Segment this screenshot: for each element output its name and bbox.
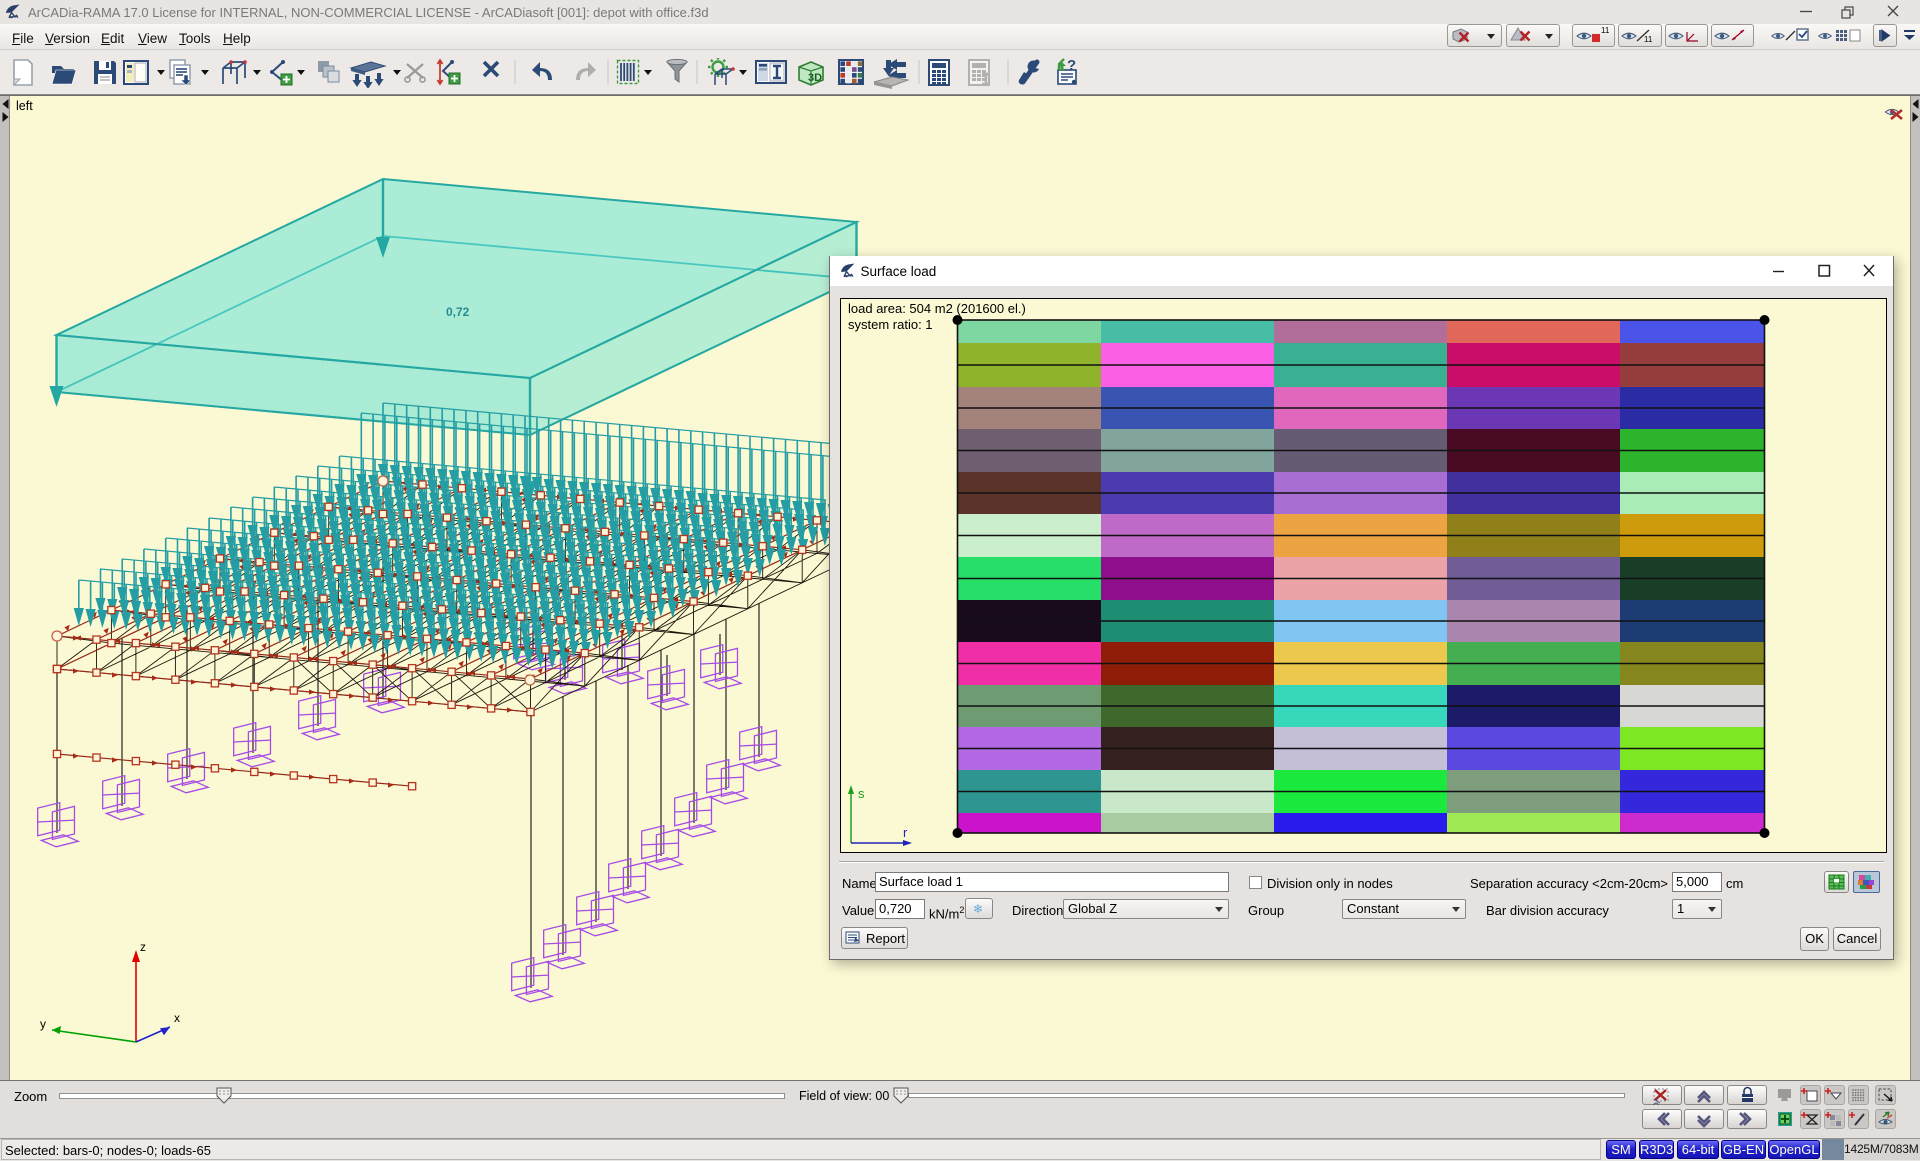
svg-text:s: s bbox=[858, 786, 865, 801]
svg-text:y: y bbox=[40, 1017, 46, 1031]
svg-text:❄: ❄ bbox=[973, 902, 983, 916]
svg-text:0,72: 0,72 bbox=[446, 305, 470, 319]
svg-text:r: r bbox=[903, 825, 908, 840]
svg-text:3D: 3D bbox=[808, 72, 822, 84]
svg-text:x: x bbox=[174, 1011, 180, 1025]
svg-text:z: z bbox=[140, 940, 146, 954]
svg-text:11: 11 bbox=[1601, 26, 1610, 35]
svg-text:?: ? bbox=[1067, 58, 1076, 74]
svg-text:11: 11 bbox=[1644, 35, 1653, 44]
